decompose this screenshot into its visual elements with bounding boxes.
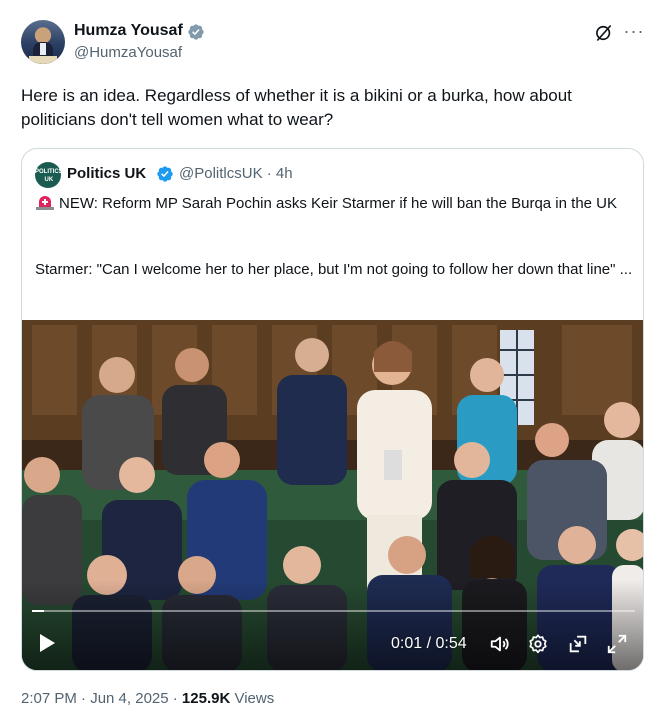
more-icon[interactable]: ··· [623,22,645,44]
grok-icon[interactable] [594,23,614,43]
settings-icon[interactable] [527,633,549,655]
author-handle[interactable]: @HumzaYousaf [74,44,182,61]
quoted-avatar[interactable]: POLITICS UK [35,162,63,188]
tweet: Humza Yousaf @HumzaYousaf ··· Here is an… [0,0,670,714]
timestamp[interactable]: 2:07 PM · Jun 4, 2025 · [21,690,182,707]
quoted-text-line2: Starmer: "Can I welcome her to her place… [35,261,633,278]
picture-in-picture-icon[interactable] [567,633,589,655]
quoted-text-line1: NEW: Reform MP Sarah Pochin asks Keir St… [35,193,635,215]
verified-badge-icon [188,24,204,40]
volume-icon[interactable] [489,633,511,655]
play-icon[interactable] [38,633,56,653]
views-count: 125.9K [181,690,231,707]
quoted-tweet[interactable]: POLITICS UK Politics UK @PolitlcsUK · 4h… [21,148,644,671]
quoted-verified-badge-icon [157,166,173,182]
video-time: 0:01 / 0:54 [391,635,467,652]
quoted-handle-time[interactable]: @PolitlcsUK · 4h [179,165,293,182]
tweet-meta: 2:07 PM · Jun 4, 2025 · 125.9K Views [21,690,274,707]
views-label: Views [230,690,275,707]
video-player[interactable]: 0:01 / 0:54 [22,320,643,670]
video-frame [22,320,643,670]
author-name[interactable]: Humza Yousaf [74,22,183,40]
tweet-text: Here is an idea. Regardless of whether i… [21,86,572,129]
quoted-author-name[interactable]: Politics UK [67,165,146,182]
video-progress-bar[interactable] [32,610,635,612]
fullscreen-icon[interactable] [606,633,628,655]
siren-icon [36,196,54,210]
video-progress-fill [32,610,45,612]
author-avatar[interactable] [21,20,65,64]
